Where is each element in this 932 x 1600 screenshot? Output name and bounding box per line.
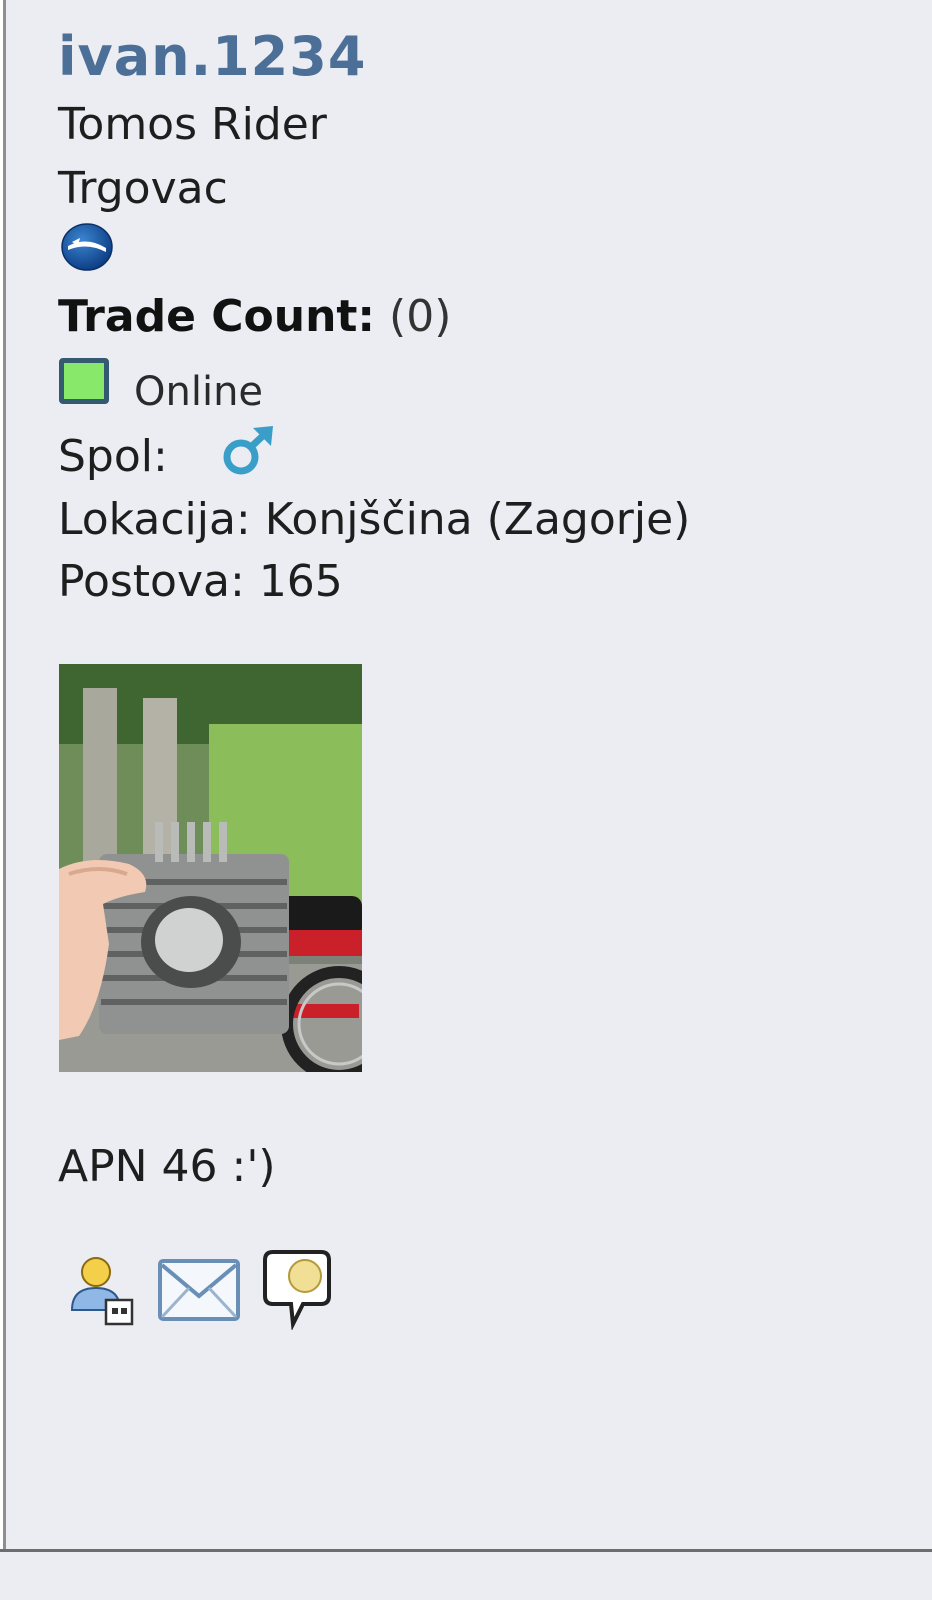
username-link[interactable]: ivan.1234 [58,30,366,84]
user-title: Tomos Rider [58,99,327,150]
trade-count: Trade Count: (0) [58,295,451,339]
location-label: Lokacija: [58,494,251,545]
envelope-icon[interactable] [157,1258,241,1324]
trade-count-value[interactable]: (0) [389,291,451,342]
post-count: Postova: 165 [58,560,343,604]
rank-icon [61,223,113,271]
user-rank: Trgovac [58,163,228,214]
signature: APN 46 :') [58,1141,276,1192]
speech-bubble-icon[interactable] [263,1248,331,1330]
online-status-text: Online [134,369,264,415]
gender-label: Spol: [58,431,168,482]
location: Lokacija: Konjščina (Zagorje) [58,498,690,542]
user-profile-icon[interactable] [66,1254,138,1330]
user-avatar [59,664,362,1072]
trade-count-label: Trade Count: [58,291,376,342]
post-count-value: 165 [258,556,343,607]
location-value: Konjščina (Zagorje) [264,494,691,545]
next-row-strip [0,1552,932,1600]
user-info-panel: ivan.1234 Tomos Rider Trgovac Trade Coun… [3,0,932,1549]
post-count-label: Postova: [58,556,245,607]
online-status-icon [59,358,109,404]
male-symbol-icon [223,426,273,475]
